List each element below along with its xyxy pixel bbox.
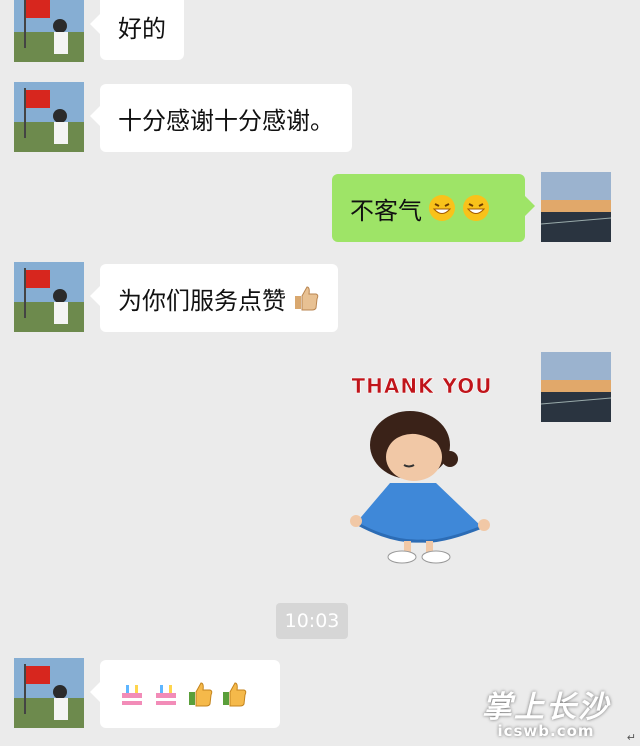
- avatar[interactable]: [541, 172, 611, 242]
- avatar-image: [14, 82, 84, 152]
- message-bubble[interactable]: 好的: [90, 0, 184, 60]
- timestamp: 10:03: [276, 603, 348, 639]
- message-row: 好的: [0, 0, 640, 70]
- thumbs-up-emoji: [220, 680, 248, 708]
- message-row: 为你们服务点赞: [0, 262, 640, 332]
- message-row: 不客气: [0, 172, 640, 242]
- avatar[interactable]: [14, 82, 84, 152]
- message-bubble[interactable]: [90, 660, 280, 728]
- avatar-image: [541, 172, 611, 242]
- watermark: 掌上长沙 icswb.com: [482, 682, 610, 740]
- avatar[interactable]: [14, 658, 84, 728]
- message-row: 十分感谢十分感谢。: [0, 82, 640, 152]
- return-mark: ↵: [626, 731, 636, 744]
- message-bubble[interactable]: 十分感谢十分感谢。: [90, 84, 352, 152]
- message-row: [0, 352, 640, 582]
- avatar[interactable]: [541, 352, 611, 422]
- thank-you-sticker[interactable]: THANK YOU: [332, 365, 512, 570]
- message-bubble[interactable]: 不客气: [332, 174, 535, 242]
- message-text: 十分感谢十分感谢。: [118, 106, 334, 135]
- avatar-image: [14, 262, 84, 332]
- message-text: 好的: [118, 14, 166, 43]
- watermark-title: 掌上长沙: [482, 690, 610, 725]
- grin-emoji: [428, 194, 456, 222]
- message-text: 为你们服务点赞: [118, 286, 286, 315]
- avatar-image: [541, 352, 611, 422]
- watermark-subtitle: icswb.com: [497, 722, 595, 740]
- thumbs-up-emoji: [186, 680, 214, 708]
- message-bubble[interactable]: 为你们服务点赞: [90, 264, 338, 332]
- avatar[interactable]: [14, 0, 84, 62]
- cake-emoji: [118, 680, 146, 708]
- cake-emoji: [152, 680, 180, 708]
- message-text: 不客气: [350, 196, 422, 225]
- avatar-image: [14, 658, 84, 728]
- sticker-text: THANK YOU: [351, 374, 492, 398]
- avatar-image: [14, 0, 84, 62]
- avatar[interactable]: [14, 262, 84, 332]
- grin-emoji: [462, 194, 490, 222]
- thumbs-up-emoji: [292, 284, 320, 312]
